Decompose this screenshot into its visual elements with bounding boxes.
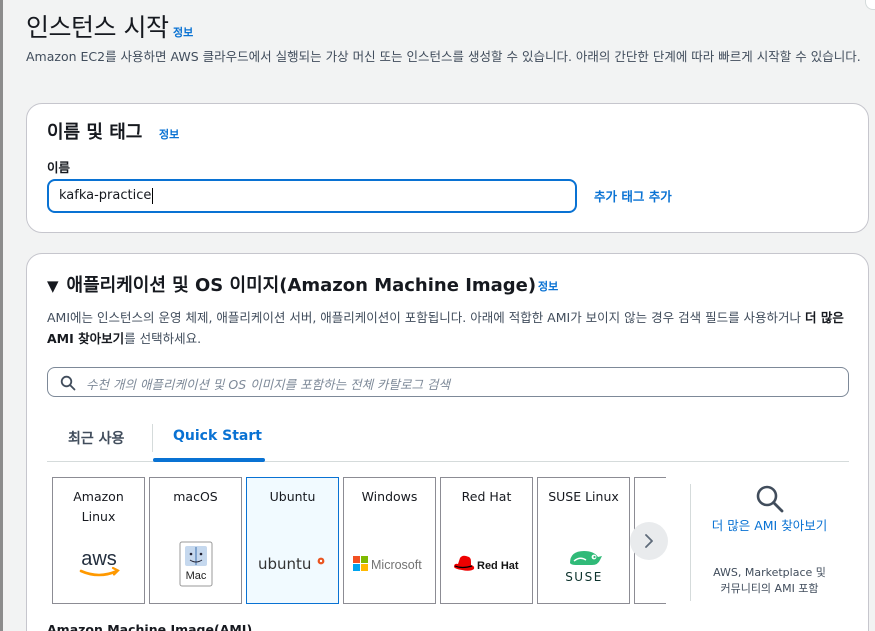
next-tiles-button[interactable] — [630, 522, 668, 560]
ami-info-link[interactable]: 정보 — [538, 278, 558, 294]
ami-desc-prefix: AMI에는 인스턴스의 운영 체제, 애플리케이션 서버, 애플리케이션이 포함… — [47, 310, 806, 325]
ami-heading-text: 애플리케이션 및 OS 이미지(Amazon Machine Image) — [66, 275, 537, 296]
ami-tile-macos[interactable]: macOS Mac — [149, 477, 242, 604]
add-tags-link[interactable]: 추가 태그 추가 — [594, 186, 672, 205]
tab-quick-start[interactable]: Quick Start — [173, 428, 262, 444]
ami-heading[interactable]: ▼ 애플리케이션 및 OS 이미지(Amazon Machine Image) — [47, 271, 536, 297]
ami-description: AMI에는 인스턴스의 운영 체제, 애플리케이션 서버, 애플리케이션이 포함… — [47, 307, 857, 349]
ami-tile-amazon-linux[interactable]: Amazon Linux aws — [52, 477, 145, 604]
search-icon — [60, 375, 76, 391]
browse-more-amis-link[interactable]: 더 많은 AMI 찾아보기 — [707, 516, 832, 536]
ami-tile-ubuntu[interactable]: Ubuntu ubuntu — [246, 477, 339, 604]
mac-logo-text: Mac — [185, 570, 206, 582]
tab-recent[interactable]: 최근 사용 — [68, 428, 124, 448]
aws-logo: aws — [53, 540, 144, 588]
redhat-logo-text: Red Hat — [477, 560, 519, 572]
ami-tile-windows[interactable]: Windows Microsoft — [343, 477, 436, 604]
more-ami-divider — [690, 484, 691, 601]
ami-tile-red-hat[interactable]: Red Hat Red Hat — [440, 477, 533, 604]
tile-label: Ubuntu — [269, 489, 316, 504]
redhat-logo: Red Hat — [441, 540, 532, 588]
ubuntu-logo-text: ubuntu — [258, 555, 311, 573]
tile-label: macOS — [173, 489, 218, 504]
name-and-tags-panel: 이름 및 태그 정보 이름 kafka-practice 추가 태그 추가 — [26, 103, 869, 233]
browse-more-amis-subtext: AWS, Marketplace 및 커뮤니티의 AMI 포함 — [713, 566, 826, 595]
microsoft-logo-text: Microsoft — [371, 558, 422, 572]
name-input-value: kafka-practice — [59, 188, 152, 203]
caret-down-icon: ▼ — [47, 277, 59, 295]
scroll-corner — [865, 0, 875, 10]
chevron-right-icon — [645, 534, 653, 548]
ami-panel: ▼ 애플리케이션 및 OS 이미지(Amazon Machine Image) 정… — [26, 253, 869, 631]
search-placeholder: 수천 개의 애플리케이션 및 OS 이미지를 포함하는 전체 카탈로그 검색 — [86, 377, 451, 392]
left-divider — [0, 0, 3, 631]
tile-label: Amazon Linux — [73, 489, 124, 524]
page-title: 인스턴스 시작 — [26, 13, 169, 42]
name-tags-info-link[interactable]: 정보 — [159, 126, 179, 142]
tab-separator — [152, 424, 153, 452]
mac-logo: Mac — [150, 540, 241, 588]
ubuntu-logo: ubuntu — [247, 540, 338, 588]
suse-logo: SUSE — [538, 540, 629, 588]
ami-desc-suffix: 를 선택하세요. — [124, 331, 202, 346]
page-info-link[interactable]: 정보 — [173, 24, 193, 40]
ami-search-input[interactable]: 수천 개의 애플리케이션 및 OS 이미지를 포함하는 전체 카탈로그 검색 — [47, 367, 849, 397]
suse-logo-text: SUSE — [565, 570, 603, 584]
ami-section-heading: Amazon Machine Image(AMI) — [47, 622, 253, 631]
search-icon[interactable] — [755, 484, 785, 514]
tile-label: Red Hat — [461, 489, 512, 504]
ami-tabs: 최근 사용 Quick Start — [47, 416, 849, 462]
name-label: 이름 — [47, 160, 71, 175]
microsoft-logo: Microsoft — [344, 540, 435, 588]
ami-tile-suse[interactable]: SUSE Linux SUSE — [537, 477, 630, 604]
aws-logo-text: aws — [81, 548, 117, 570]
name-input[interactable]: kafka-practice — [47, 179, 577, 213]
name-tags-heading: 이름 및 태그 — [47, 122, 143, 143]
active-tab-indicator — [153, 458, 265, 462]
tile-label: Windows — [361, 489, 418, 504]
page-intro: Amazon EC2를 사용하면 AWS 클라우드에서 실행되는 가상 머신 또… — [26, 49, 861, 64]
text-caret — [152, 187, 154, 204]
tile-label: SUSE Linux — [548, 489, 619, 504]
